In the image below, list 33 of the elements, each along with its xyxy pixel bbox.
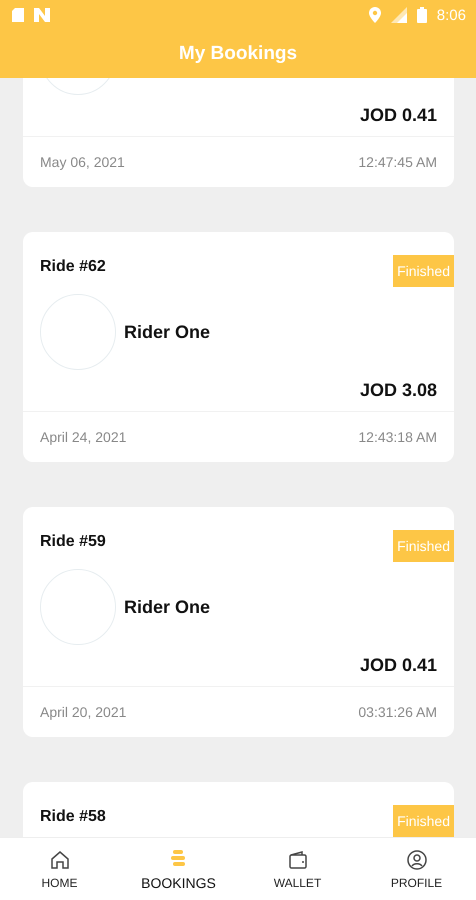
ride-number: Ride #59 (40, 533, 106, 551)
nav-tab[interactable]: WALLET (238, 838, 357, 900)
nav-tab[interactable]: HOME (0, 838, 119, 900)
booking-time: 12:43:18 AM (358, 429, 437, 445)
sd-card-icon (12, 8, 24, 22)
signal-icon (390, 7, 407, 23)
booking-date: April 24, 2021 (40, 429, 126, 445)
booking-time: 03:31:26 AM (358, 704, 437, 720)
rider-name: Rider One (124, 322, 210, 342)
booking-date: April 20, 2021 (40, 704, 126, 720)
fare-amount: JOD 0.41 (360, 105, 437, 126)
profile-icon (404, 848, 428, 872)
nav-tab[interactable]: PROFILE (357, 838, 476, 900)
status-badge: Finished (393, 530, 454, 562)
ride-number: Ride #62 (40, 258, 106, 276)
booking-card[interactable]: JOD 0.41 May 06, 2021 12:47:45 AM (23, 78, 454, 187)
fare-amount: JOD 3.08 (360, 380, 437, 401)
fare-amount: JOD 0.41 (360, 655, 437, 676)
booking-card[interactable]: Ride #59 Finished Rider One JOD 0.41 April 20, 2021 03:31:26 AM (23, 507, 454, 737)
status-badge: Finished (393, 805, 454, 837)
notification-icon (34, 8, 50, 22)
status-badge: Finished (393, 255, 454, 287)
clock-time: 8:06 (436, 6, 466, 24)
booking-time: 12:47:45 AM (358, 154, 437, 170)
screen-title: My Bookings (178, 43, 298, 65)
booking-card[interactable]: Ride #58 Finished (23, 782, 454, 837)
booking-card[interactable]: Ride #62 Finished Rider One JOD 3.08 April 24, 2021 12:43:18 AM (23, 232, 454, 462)
location-icon (368, 7, 381, 23)
ride-number: Ride #58 (40, 808, 106, 826)
booking-date: May 06, 2021 (40, 154, 125, 170)
battery-icon (416, 7, 427, 23)
rider-name: Rider One (124, 596, 210, 618)
nav-tab[interactable]: BOOKINGS (119, 838, 238, 900)
